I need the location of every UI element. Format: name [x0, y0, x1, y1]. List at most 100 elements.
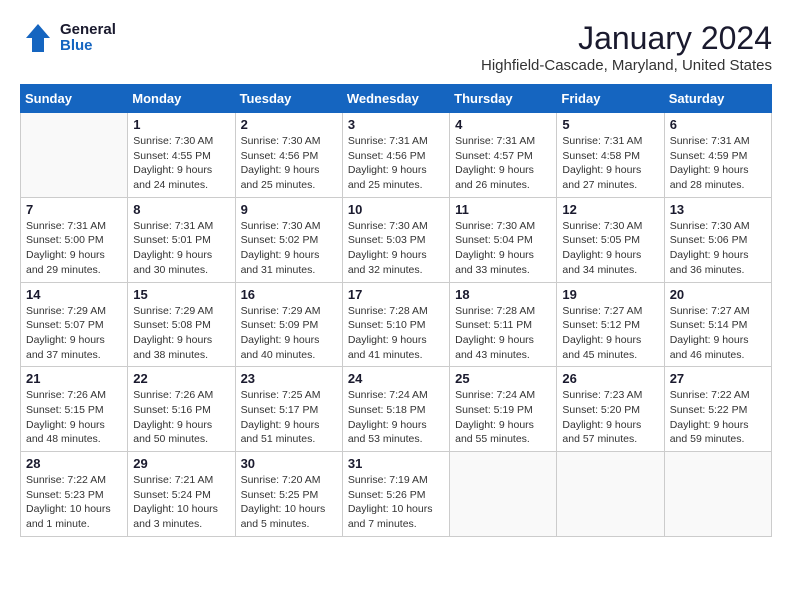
day-number: 29: [133, 456, 229, 471]
day-info: Sunrise: 7:25 AM Sunset: 5:17 PM Dayligh…: [241, 388, 337, 447]
day-number: 20: [670, 287, 766, 302]
day-number: 25: [455, 371, 551, 386]
day-number: 2: [241, 117, 337, 132]
day-number: 1: [133, 117, 229, 132]
day-info: Sunrise: 7:26 AM Sunset: 5:16 PM Dayligh…: [133, 388, 229, 447]
day-number: 16: [241, 287, 337, 302]
calendar-week-2: 14Sunrise: 7:29 AM Sunset: 5:07 PM Dayli…: [21, 282, 772, 367]
day-info: Sunrise: 7:31 AM Sunset: 4:56 PM Dayligh…: [348, 134, 444, 193]
calendar-cell: [21, 113, 128, 198]
calendar-cell: 27 Sunrise: 7:22 AM Sunset: 5:22 PM Dayli…: [664, 367, 771, 452]
day-number: 19: [562, 287, 658, 302]
header-day-wednesday: Wednesday: [342, 85, 449, 113]
day-info: Sunrise: 7:24 AM Sunset: 5:18 PM Dayligh…: [348, 388, 444, 447]
day-number: 4: [455, 117, 551, 132]
day-number: 9: [241, 202, 337, 217]
day-info: Sunrise: 7:30 AM Sunset: 5:03 PM Dayligh…: [348, 219, 444, 278]
day-info: Sunrise: 7:30 AM Sunset: 5:02 PM Dayligh…: [241, 219, 337, 278]
day-number: 24: [348, 371, 444, 386]
day-info: Sunrise: 7:31 AM Sunset: 4:59 PM Dayligh…: [670, 134, 766, 193]
calendar-week-3: 21Sunrise: 7:26 AM Sunset: 5:15 PM Dayli…: [21, 367, 772, 452]
day-number: 13: [670, 202, 766, 217]
calendar-cell: 12 Sunrise: 7:30 AM Sunset: 5:05 PM Dayli…: [557, 197, 664, 282]
day-info: Sunrise: 7:26 AM Sunset: 5:15 PM Dayligh…: [26, 388, 122, 447]
day-number: 7: [26, 202, 122, 217]
calendar-cell: 4Sunrise: 7:31 AM Sunset: 4:57 PM Daylig…: [450, 113, 557, 198]
calendar-cell: 26Sunrise: 7:23 AM Sunset: 5:20 PM Dayli…: [557, 367, 664, 452]
day-number: 8: [133, 202, 229, 217]
calendar-header: SundayMondayTuesdayWednesdayThursdayFrid…: [21, 85, 772, 113]
calendar-cell: 24 Sunrise: 7:24 AM Sunset: 5:18 PM Dayli…: [342, 367, 449, 452]
title-section: January 2024 Highfield-Cascade, Maryland…: [481, 20, 772, 74]
day-info: Sunrise: 7:30 AM Sunset: 5:05 PM Dayligh…: [562, 219, 658, 278]
calendar-cell: 21Sunrise: 7:26 AM Sunset: 5:15 PM Dayli…: [21, 367, 128, 452]
day-info: Sunrise: 7:29 AM Sunset: 5:08 PM Dayligh…: [133, 304, 229, 363]
calendar-cell: 15 Sunrise: 7:29 AM Sunset: 5:08 PM Dayli…: [128, 282, 235, 367]
day-info: Sunrise: 7:22 AM Sunset: 5:23 PM Dayligh…: [26, 473, 122, 532]
calendar-cell: [664, 452, 771, 537]
calendar-cell: 13Sunrise: 7:30 AM Sunset: 5:06 PM Dayli…: [664, 197, 771, 282]
day-number: 23: [241, 371, 337, 386]
header-day-thursday: Thursday: [450, 85, 557, 113]
calendar-cell: 6Sunrise: 7:31 AM Sunset: 4:59 PM Daylig…: [664, 113, 771, 198]
day-info: Sunrise: 7:30 AM Sunset: 4:55 PM Dayligh…: [133, 134, 229, 193]
day-info: Sunrise: 7:20 AM Sunset: 5:25 PM Dayligh…: [241, 473, 337, 532]
header-day-tuesday: Tuesday: [235, 85, 342, 113]
calendar-cell: 2 Sunrise: 7:30 AM Sunset: 4:56 PM Daylig…: [235, 113, 342, 198]
calendar-cell: 11Sunrise: 7:30 AM Sunset: 5:04 PM Dayli…: [450, 197, 557, 282]
location-title: Highfield-Cascade, Maryland, United Stat…: [481, 57, 772, 74]
calendar-cell: 20Sunrise: 7:27 AM Sunset: 5:14 PM Dayli…: [664, 282, 771, 367]
logo: General Blue: [20, 20, 116, 56]
day-info: Sunrise: 7:30 AM Sunset: 4:56 PM Dayligh…: [241, 134, 337, 193]
day-info: Sunrise: 7:28 AM Sunset: 5:10 PM Dayligh…: [348, 304, 444, 363]
day-info: Sunrise: 7:21 AM Sunset: 5:24 PM Dayligh…: [133, 473, 229, 532]
day-info: Sunrise: 7:22 AM Sunset: 5:22 PM Dayligh…: [670, 388, 766, 447]
logo-general: General: [60, 22, 116, 39]
calendar-cell: 17 Sunrise: 7:28 AM Sunset: 5:10 PM Dayli…: [342, 282, 449, 367]
month-title: January 2024: [481, 20, 772, 57]
day-number: 17: [348, 287, 444, 302]
header-day-sunday: Sunday: [21, 85, 128, 113]
day-number: 3: [348, 117, 444, 132]
day-info: Sunrise: 7:19 AM Sunset: 5:26 PM Dayligh…: [348, 473, 444, 532]
calendar-cell: 18Sunrise: 7:28 AM Sunset: 5:11 PM Dayli…: [450, 282, 557, 367]
calendar-table: SundayMondayTuesdayWednesdayThursdayFrid…: [20, 84, 772, 537]
calendar-week-0: 1 Sunrise: 7:30 AM Sunset: 4:55 PM Daylig…: [21, 113, 772, 198]
header-day-monday: Monday: [128, 85, 235, 113]
calendar-cell: 29 Sunrise: 7:21 AM Sunset: 5:24 PM Dayli…: [128, 452, 235, 537]
calendar-cell: 19 Sunrise: 7:27 AM Sunset: 5:12 PM Dayli…: [557, 282, 664, 367]
calendar-cell: 31 Sunrise: 7:19 AM Sunset: 5:26 PM Dayli…: [342, 452, 449, 537]
calendar-week-4: 28Sunrise: 7:22 AM Sunset: 5:23 PM Dayli…: [21, 452, 772, 537]
day-number: 15: [133, 287, 229, 302]
calendar-cell: 7 Sunrise: 7:31 AM Sunset: 5:00 PM Daylig…: [21, 197, 128, 282]
calendar-body: 1 Sunrise: 7:30 AM Sunset: 4:55 PM Daylig…: [21, 113, 772, 537]
day-info: Sunrise: 7:29 AM Sunset: 5:09 PM Dayligh…: [241, 304, 337, 363]
calendar-cell: 5 Sunrise: 7:31 AM Sunset: 4:58 PM Daylig…: [557, 113, 664, 198]
day-number: 27: [670, 371, 766, 386]
day-number: 30: [241, 456, 337, 471]
day-info: Sunrise: 7:31 AM Sunset: 4:58 PM Dayligh…: [562, 134, 658, 193]
calendar-cell: 23 Sunrise: 7:25 AM Sunset: 5:17 PM Dayli…: [235, 367, 342, 452]
calendar-week-1: 7 Sunrise: 7:31 AM Sunset: 5:00 PM Daylig…: [21, 197, 772, 282]
calendar-cell: 30 Sunrise: 7:20 AM Sunset: 5:25 PM Dayli…: [235, 452, 342, 537]
logo-blue: Blue: [60, 38, 116, 55]
day-number: 14: [26, 287, 122, 302]
day-number: 12: [562, 202, 658, 217]
header-day-saturday: Saturday: [664, 85, 771, 113]
header-row: SundayMondayTuesdayWednesdayThursdayFrid…: [21, 85, 772, 113]
day-info: Sunrise: 7:27 AM Sunset: 5:12 PM Dayligh…: [562, 304, 658, 363]
day-number: 10: [348, 202, 444, 217]
calendar-cell: 14Sunrise: 7:29 AM Sunset: 5:07 PM Dayli…: [21, 282, 128, 367]
day-number: 26: [562, 371, 658, 386]
day-number: 31: [348, 456, 444, 471]
page-header: General Blue January 2024 Highfield-Casc…: [20, 20, 772, 74]
calendar-cell: 16 Sunrise: 7:29 AM Sunset: 5:09 PM Dayli…: [235, 282, 342, 367]
calendar-cell: 28Sunrise: 7:22 AM Sunset: 5:23 PM Dayli…: [21, 452, 128, 537]
calendar-cell: [557, 452, 664, 537]
day-number: 22: [133, 371, 229, 386]
calendar-cell: 8 Sunrise: 7:31 AM Sunset: 5:01 PM Daylig…: [128, 197, 235, 282]
day-info: Sunrise: 7:31 AM Sunset: 5:01 PM Dayligh…: [133, 219, 229, 278]
calendar-cell: 3 Sunrise: 7:31 AM Sunset: 4:56 PM Daylig…: [342, 113, 449, 198]
day-number: 5: [562, 117, 658, 132]
day-info: Sunrise: 7:31 AM Sunset: 5:00 PM Dayligh…: [26, 219, 122, 278]
